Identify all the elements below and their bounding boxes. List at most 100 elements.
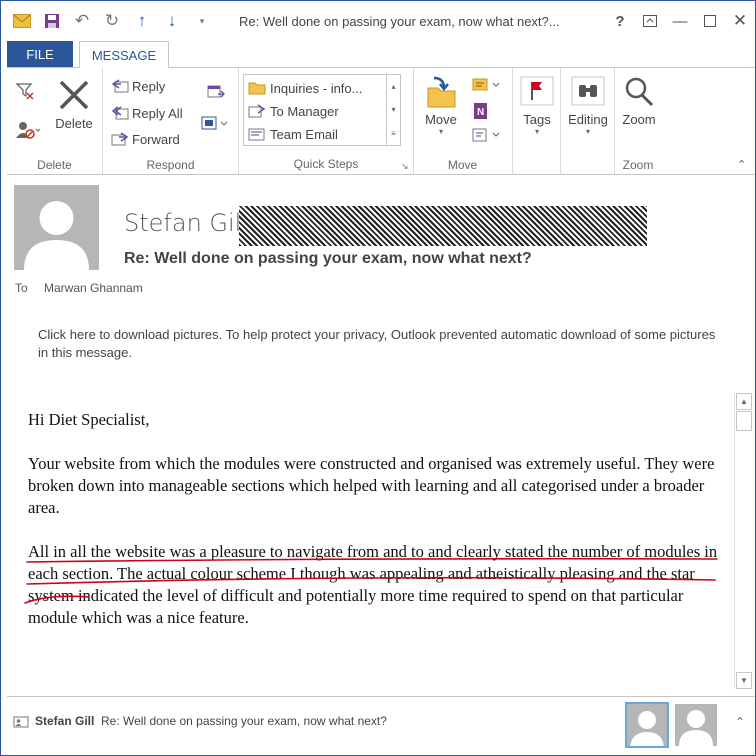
ignore-button[interactable]: [15, 82, 35, 100]
tags-label: Tags: [523, 112, 551, 127]
respond-group: Reply Reply All Forward Respond: [103, 68, 239, 175]
move-group: Move ▾ N Move: [413, 68, 513, 175]
tags-group: Tags ▾: [513, 68, 561, 175]
people-pane-avatar[interactable]: [625, 702, 669, 748]
rules-button[interactable]: [471, 76, 503, 94]
onenote-button[interactable]: N: [471, 102, 489, 120]
more-respond-button[interactable]: [201, 116, 229, 132]
delete-button[interactable]: Delete: [53, 78, 95, 131]
dropdown-arrow-icon: ▾: [534, 127, 539, 136]
vertical-scrollbar[interactable]: ▲ ▼: [734, 393, 752, 689]
forward-button[interactable]: Forward: [111, 131, 180, 147]
reply-all-icon: [111, 105, 129, 121]
quick-step-inquiries[interactable]: Inquiries - info...: [248, 77, 363, 99]
ignore-icon: [15, 82, 35, 100]
actions-icon: [471, 126, 503, 144]
junk-icon: [15, 120, 41, 140]
svg-text:N: N: [477, 107, 484, 118]
junk-button[interactable]: [15, 120, 41, 140]
footer-subject: Re: Well done on passing your exam, now …: [101, 714, 387, 728]
editing-group: Editing ▾: [561, 68, 615, 175]
zoom-group: Zoom Zoom: [615, 68, 661, 175]
onenote-icon: N: [471, 102, 489, 120]
more-arrow-icon[interactable]: ≡: [391, 129, 396, 138]
body-paragraph: Your website from which the modules were…: [28, 454, 715, 517]
delete-group-label: Delete: [37, 158, 72, 172]
reply-button[interactable]: Reply: [111, 78, 165, 94]
quick-steps-scroll[interactable]: ▴ ▾ ≡: [386, 75, 400, 145]
tab-file[interactable]: FILE: [7, 41, 73, 67]
delete-label: Delete: [55, 116, 93, 131]
person-icon: [679, 710, 713, 746]
move-group-label: Move: [447, 158, 478, 172]
reply-label: Reply: [132, 78, 166, 94]
editing-button[interactable]: Editing ▾: [565, 76, 611, 136]
editing-label: Editing: [568, 112, 608, 127]
customize-toolbar-icon[interactable]: ▾: [187, 6, 217, 36]
contact-card-icon: [13, 715, 29, 734]
recipient-name[interactable]: Marwan Ghannam: [44, 281, 143, 295]
respond-group-label: Respond: [146, 158, 195, 172]
collapse-ribbon-icon[interactable]: ⌃: [737, 158, 746, 171]
flag-icon: [520, 76, 554, 106]
greeting: Hi Diet Specialist,: [28, 410, 150, 429]
quick-step-label: Inquiries - info...: [270, 80, 363, 96]
expand-people-pane-icon[interactable]: ⌃: [735, 715, 745, 729]
next-item-button[interactable]: ↓: [157, 6, 187, 36]
quick-step-label: Team Email: [270, 126, 338, 142]
forward-icon: [248, 104, 266, 118]
people-pane-avatar[interactable]: [675, 704, 717, 746]
maximize-button[interactable]: [695, 1, 725, 41]
to-label: To: [15, 281, 28, 295]
quick-step-to-manager[interactable]: To Manager: [248, 100, 339, 122]
help-button[interactable]: ?: [605, 1, 635, 41]
up-arrow-icon[interactable]: ▴: [391, 82, 395, 91]
forward-label: Forward: [132, 131, 180, 147]
minimize-button[interactable]: —: [665, 1, 695, 41]
move-button[interactable]: Move ▾: [419, 76, 463, 136]
meeting-icon: [207, 84, 225, 100]
redacted-sender-address: [239, 206, 647, 246]
close-button[interactable]: ✕: [725, 1, 755, 41]
sender-avatar: [14, 185, 99, 270]
actions-button[interactable]: [471, 126, 503, 144]
message-subject: Re: Well done on passing your exam, now …: [124, 250, 532, 267]
reply-all-label: Reply All: [132, 105, 183, 121]
ribbon-tabs: FILE MESSAGE: [1, 41, 755, 68]
tags-button[interactable]: Tags ▾: [517, 76, 557, 136]
message-body: Hi Diet Specialist, Your website from wh…: [28, 409, 728, 651]
body-paragraph: All in all the website was a pleasure to…: [28, 542, 718, 627]
undo-icon[interactable]: ↶: [67, 6, 97, 36]
title-bar: ↶ ↻ ↑ ↓ ▾ Re: Well done on passing your …: [1, 1, 755, 41]
zoom-button[interactable]: Zoom: [619, 76, 659, 127]
tab-message[interactable]: MESSAGE: [79, 41, 169, 68]
scroll-down-icon[interactable]: ▼: [736, 672, 752, 689]
footer-sender-name[interactable]: Stefan Gill: [35, 714, 94, 728]
scroll-thumb[interactable]: [736, 411, 752, 431]
quick-access-toolbar: ↶ ↻ ↑ ↓ ▾: [1, 1, 217, 41]
ribbon: Delete Delete Reply Reply All Forward Re…: [7, 67, 755, 175]
save-button[interactable]: [37, 6, 67, 36]
redo-icon[interactable]: ↻: [97, 6, 127, 36]
down-arrow-icon[interactable]: ▾: [391, 105, 395, 114]
window-title: Re: Well done on passing your exam, now …: [239, 14, 560, 29]
rules-icon: [471, 76, 503, 94]
zoom-group-label: Zoom: [622, 158, 654, 172]
sender-name[interactable]: Stefan Gill: [124, 209, 248, 237]
reply-all-button[interactable]: Reply All: [111, 105, 183, 121]
reply-icon: [111, 78, 129, 94]
dropdown-arrow-icon: ▾: [585, 127, 590, 136]
quick-steps-launcher-icon[interactable]: ↘: [401, 161, 409, 172]
folder-icon: [248, 81, 266, 95]
previous-item-button[interactable]: ↑: [127, 6, 157, 36]
ribbon-display-options-icon[interactable]: [635, 1, 665, 41]
quick-step-team-email[interactable]: Team Email: [248, 123, 338, 145]
move-label: Move: [425, 112, 457, 127]
download-pictures-infobar[interactable]: Click here to download pictures. To help…: [38, 326, 728, 362]
forward-icon: [111, 131, 129, 147]
meeting-reply-button[interactable]: [207, 84, 225, 100]
quick-step-label: To Manager: [270, 103, 339, 119]
outlook-message-window: ↶ ↻ ↑ ↓ ▾ Re: Well done on passing your …: [0, 0, 756, 756]
more-respond-icon: [201, 116, 229, 132]
scroll-up-icon[interactable]: ▲: [736, 393, 752, 410]
